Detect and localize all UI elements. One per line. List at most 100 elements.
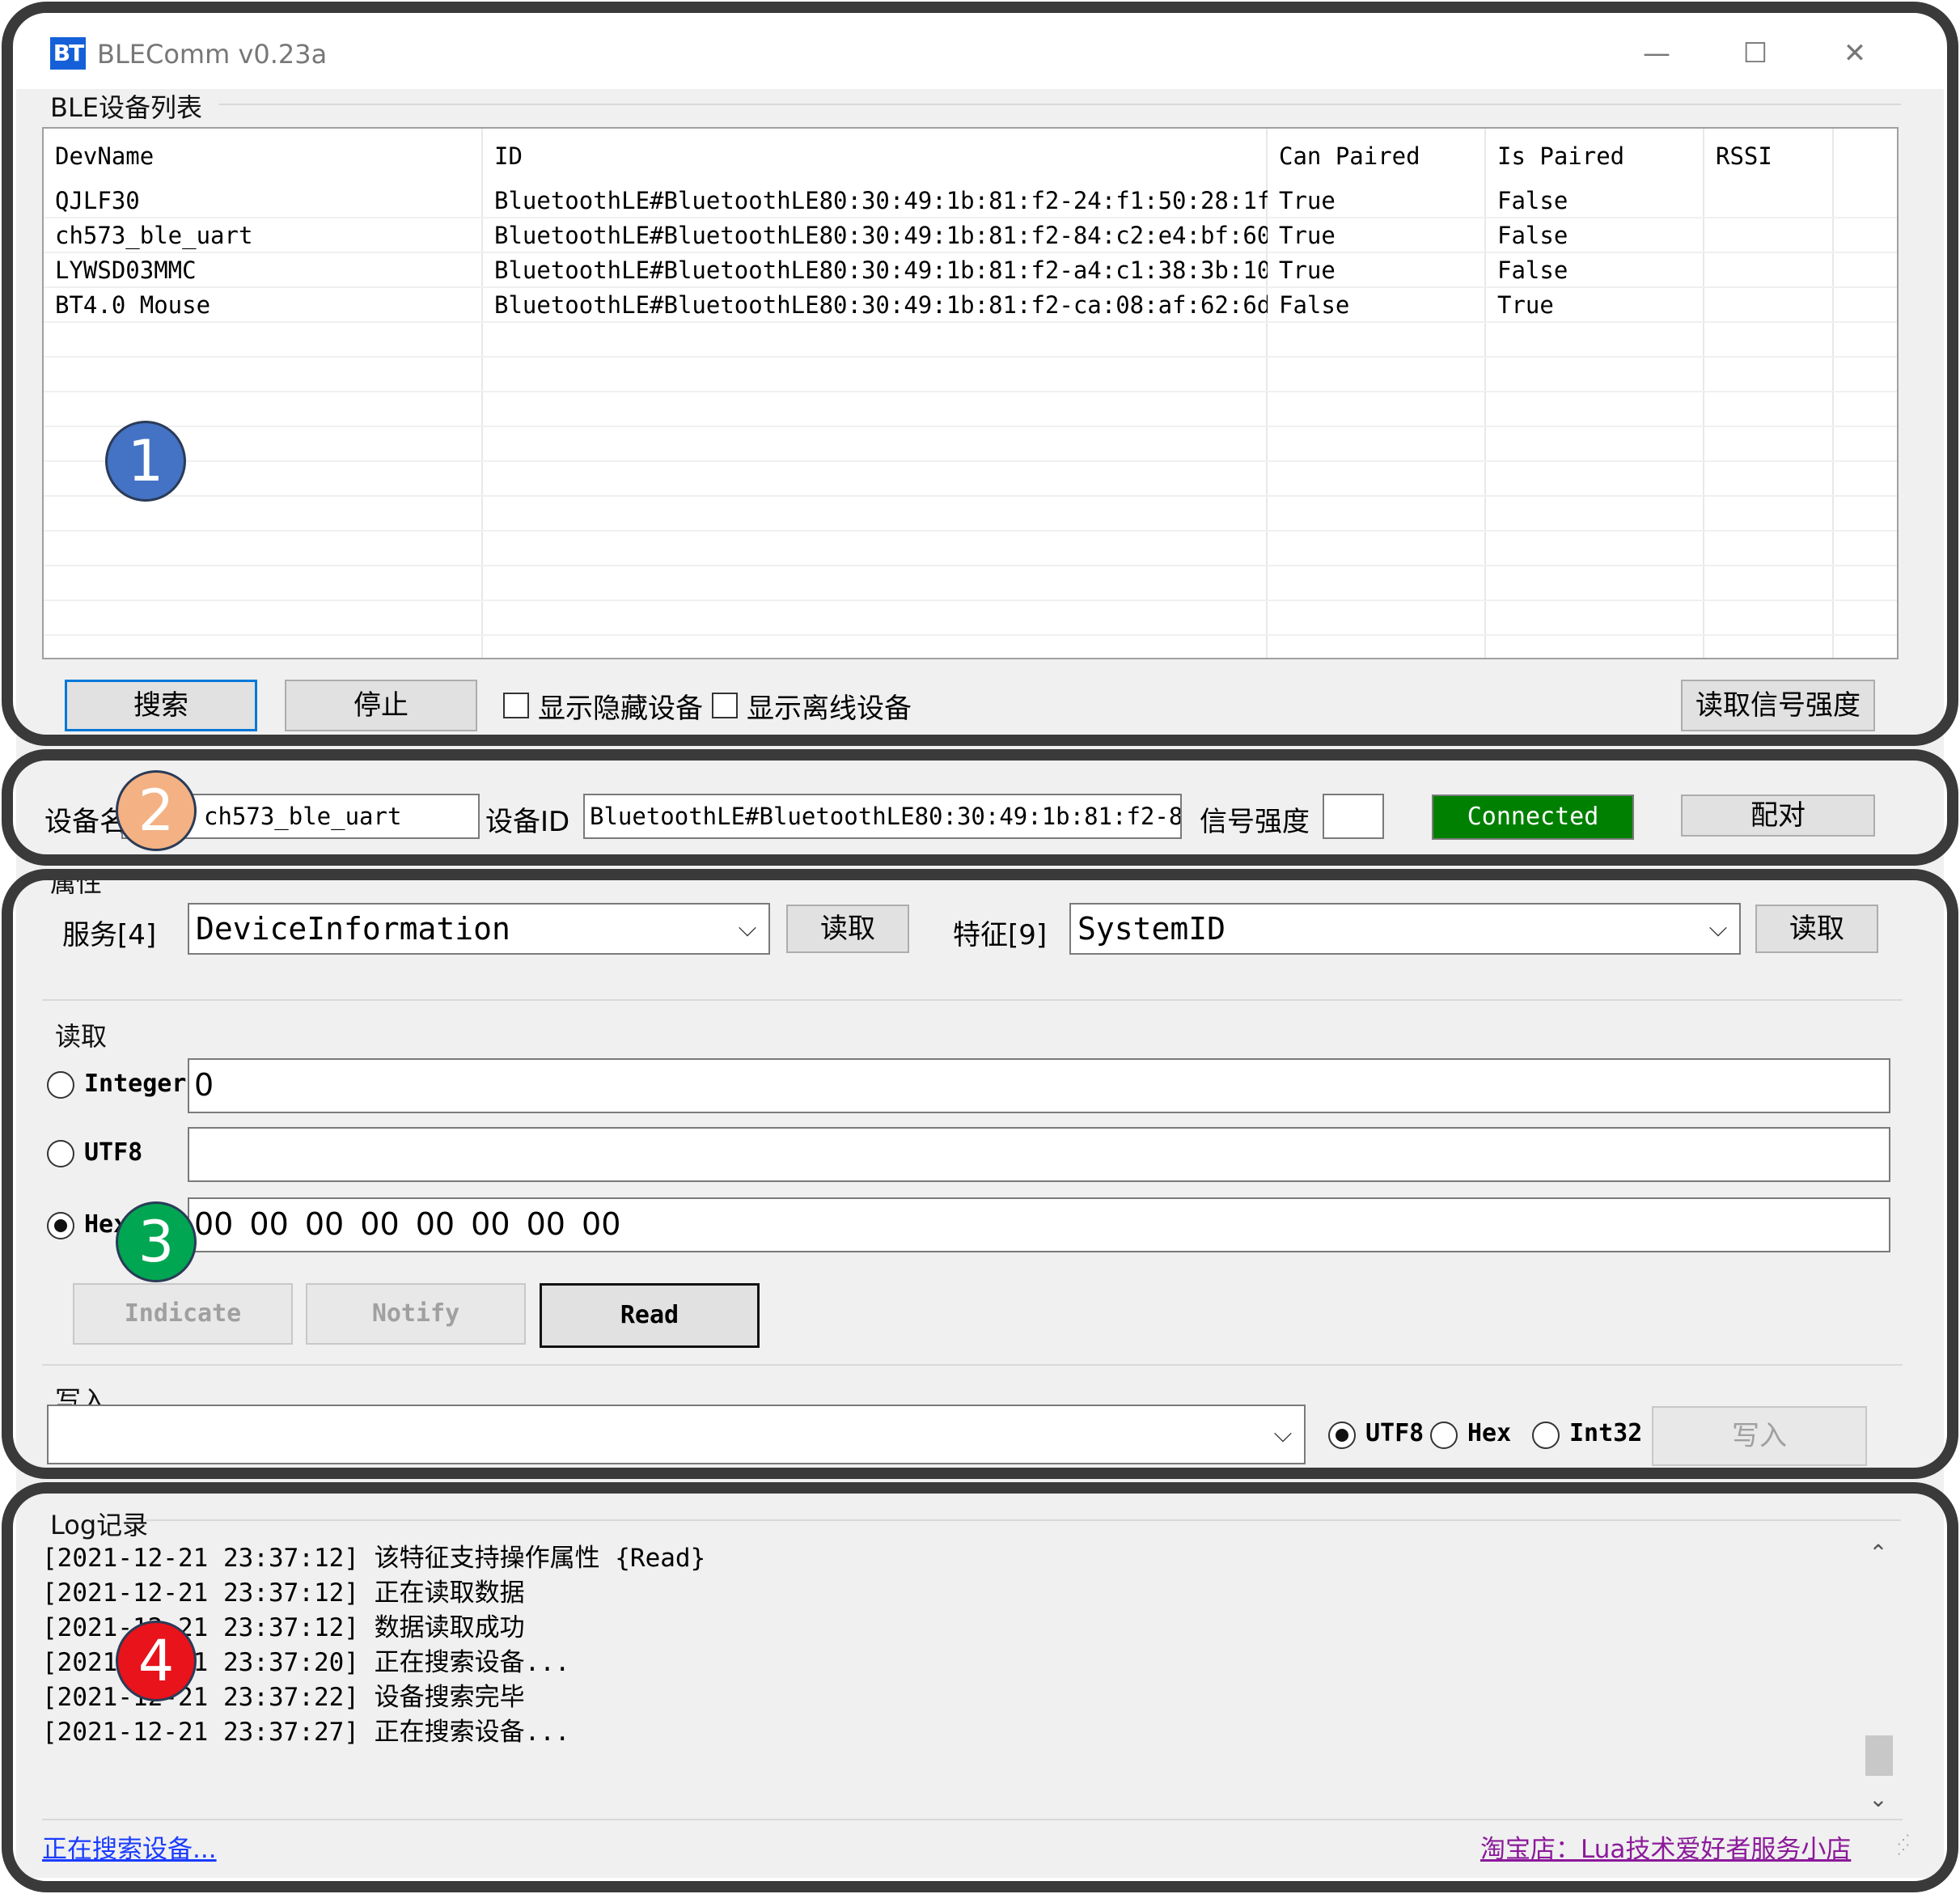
scroll-up-icon[interactable]: ⌃ [1862, 1540, 1894, 1572]
cell-is-paired: False [1497, 222, 1568, 249]
characteristic-read-button[interactable]: 读取 [1755, 905, 1878, 953]
group-divider [42, 1364, 1903, 1366]
cell-id: BluetoothLE#BluetoothLE80:30:49:1b:81:f2… [494, 256, 1268, 284]
empty-row [44, 462, 1897, 497]
write-hex-radio[interactable] [1430, 1422, 1458, 1449]
table-row[interactable]: ch573_ble_uart BluetoothLE#BluetoothLE80… [44, 218, 1897, 253]
service-select[interactable]: DeviceInformation ⌵ [188, 903, 770, 955]
read-group-label: 读取 [55, 1021, 108, 1052]
cell-devname: QJLF30 [55, 187, 140, 214]
cell-rssi [1704, 184, 1834, 218]
read-rssi-button[interactable]: 读取信号强度 [1681, 680, 1875, 731]
minimize-button[interactable]: — [1628, 31, 1685, 76]
characteristic-select[interactable]: SystemID ⌵ [1069, 903, 1741, 955]
close-button[interactable]: ✕ [1827, 31, 1883, 76]
cell-can-paired: False [1279, 291, 1350, 319]
cell-rssi [1704, 288, 1834, 323]
cell-id: BluetoothLE#BluetoothLE80:30:49:1b:81:f2… [494, 187, 1268, 214]
notify-button[interactable]: Notify [306, 1283, 526, 1345]
write-utf8-label: UTF8 [1365, 1419, 1424, 1447]
annotation-badge-1: 1 [105, 421, 186, 502]
annotation-badge-3: 3 [116, 1201, 197, 1282]
group-divider [42, 999, 1903, 1001]
column-header-is-paired[interactable]: Is Paired [1486, 129, 1624, 184]
shop-link[interactable]: 淘宝店：Lua技术爱好者服务小店 [1480, 1828, 1851, 1865]
scroll-down-icon[interactable]: ⌄ [1862, 1786, 1894, 1818]
empty-row [44, 392, 1897, 427]
log-group-label: Log记录 [50, 1510, 149, 1540]
cell-can-paired: True [1279, 187, 1336, 214]
show-hidden-label: 显示隐藏设备 [538, 693, 703, 725]
device-list-view[interactable]: DevName ID Can Paired Is Paired RSSI QJL… [42, 127, 1899, 659]
utf8-radio[interactable] [47, 1140, 74, 1167]
integer-radio[interactable] [47, 1071, 74, 1099]
search-button[interactable]: 搜索 [65, 680, 257, 731]
table-row[interactable]: BT4.0 Mouse BluetoothLE#BluetoothLE80:30… [44, 288, 1897, 323]
log-line: [2021-12-21 23:37:12] 正在读取数据 [42, 1578, 525, 1608]
integer-value-field[interactable]: 0 [188, 1058, 1890, 1113]
cell-is-paired: False [1497, 256, 1568, 284]
empty-row [44, 358, 1897, 392]
service-read-button[interactable]: 读取 [786, 905, 909, 953]
app-window: BT BLEComm v0.23a — ☐ ✕ BLE设备列表 DevName … [16, 16, 1944, 1878]
log-textarea[interactable]: [2021-12-21 23:37:12] 该特征支持操作属性 {Read} [… [42, 1541, 1894, 1816]
write-button[interactable]: 写入 [1652, 1406, 1867, 1466]
indicate-button[interactable]: Indicate [73, 1283, 293, 1345]
device-id-field[interactable]: BluetoothLE#BluetoothLE80:30:49:1b:81:f2… [583, 794, 1182, 839]
chevron-down-icon: ⌵ [1708, 914, 1728, 943]
cell-devname: LYWSD03MMC [55, 256, 197, 284]
utf8-value-field[interactable] [188, 1127, 1890, 1182]
write-input[interactable]: ⌵ [47, 1405, 1306, 1464]
cell-rssi [1704, 253, 1834, 288]
scroll-thumb[interactable] [1865, 1735, 1893, 1776]
cell-can-paired: True [1279, 222, 1336, 249]
log-line: [2021-12-21 23:37:22] 设备搜索完毕 [42, 1683, 525, 1712]
service-value: DeviceInformation [196, 911, 510, 947]
empty-row [44, 497, 1897, 532]
group-divider [146, 1519, 1901, 1521]
service-label: 服务[4] [62, 919, 157, 951]
pair-button[interactable]: 配对 [1681, 794, 1875, 837]
cell-id: BluetoothLE#BluetoothLE80:30:49:1b:81:f2… [494, 291, 1268, 319]
utf8-radio-label: UTF8 [84, 1138, 143, 1167]
maximize-button[interactable]: ☐ [1727, 31, 1784, 76]
annotation-badge-2: 2 [116, 770, 197, 851]
write-int32-radio[interactable] [1532, 1422, 1560, 1449]
show-offline-label: 显示离线设备 [747, 693, 912, 725]
app-bt-icon: BT [50, 37, 86, 70]
rssi-field[interactable] [1323, 794, 1384, 839]
characteristic-label: 特征[9] [953, 919, 1048, 951]
column-header-id[interactable]: ID [483, 129, 523, 184]
device-id-label: 设备ID [485, 806, 570, 838]
column-header-devname[interactable]: DevName [44, 129, 154, 184]
cell-rssi [1704, 218, 1834, 253]
cell-id: BluetoothLE#BluetoothLE80:30:49:1b:81:f2… [494, 222, 1268, 249]
write-utf8-radio[interactable] [1328, 1422, 1356, 1449]
empty-row [44, 323, 1897, 358]
characteristic-value: SystemID [1077, 911, 1226, 947]
write-int32-label: Int32 [1569, 1419, 1643, 1447]
cell-devname: ch573_ble_uart [55, 222, 253, 249]
cell-can-paired: True [1279, 256, 1336, 284]
empty-row [44, 566, 1897, 601]
resize-grip-icon[interactable]: ⋰ ⋰ [1897, 1833, 1916, 1856]
log-line: [2021-12-21 23:37:12] 数据读取成功 [42, 1613, 525, 1642]
attributes-group-label: 属性 [50, 867, 103, 898]
table-row[interactable]: QJLF30 BluetoothLE#BluetoothLE80:30:49:1… [44, 184, 1897, 218]
hex-value-field[interactable]: 00 00 00 00 00 00 00 00 [188, 1197, 1890, 1252]
column-header-can-paired[interactable]: Can Paired [1268, 129, 1420, 184]
log-scrollbar[interactable]: ⌃ ⌄ [1862, 1533, 1894, 1821]
hex-radio[interactable] [47, 1212, 74, 1239]
cell-devname: BT4.0 Mouse [55, 291, 211, 319]
status-link[interactable]: 正在搜索设备... [42, 1828, 217, 1865]
chevron-down-icon: ⌵ [1273, 1420, 1293, 1448]
table-row[interactable]: LYWSD03MMC BluetoothLE#BluetoothLE80:30:… [44, 253, 1897, 288]
show-offline-checkbox[interactable] [712, 693, 738, 718]
read-button[interactable]: Read [540, 1283, 760, 1348]
empty-row [44, 532, 1897, 566]
show-hidden-checkbox[interactable] [503, 693, 529, 718]
column-header-rssi[interactable]: RSSI [1704, 129, 1772, 184]
empty-row [44, 601, 1897, 636]
stop-button[interactable]: 停止 [285, 680, 477, 731]
group-divider [218, 104, 1901, 105]
